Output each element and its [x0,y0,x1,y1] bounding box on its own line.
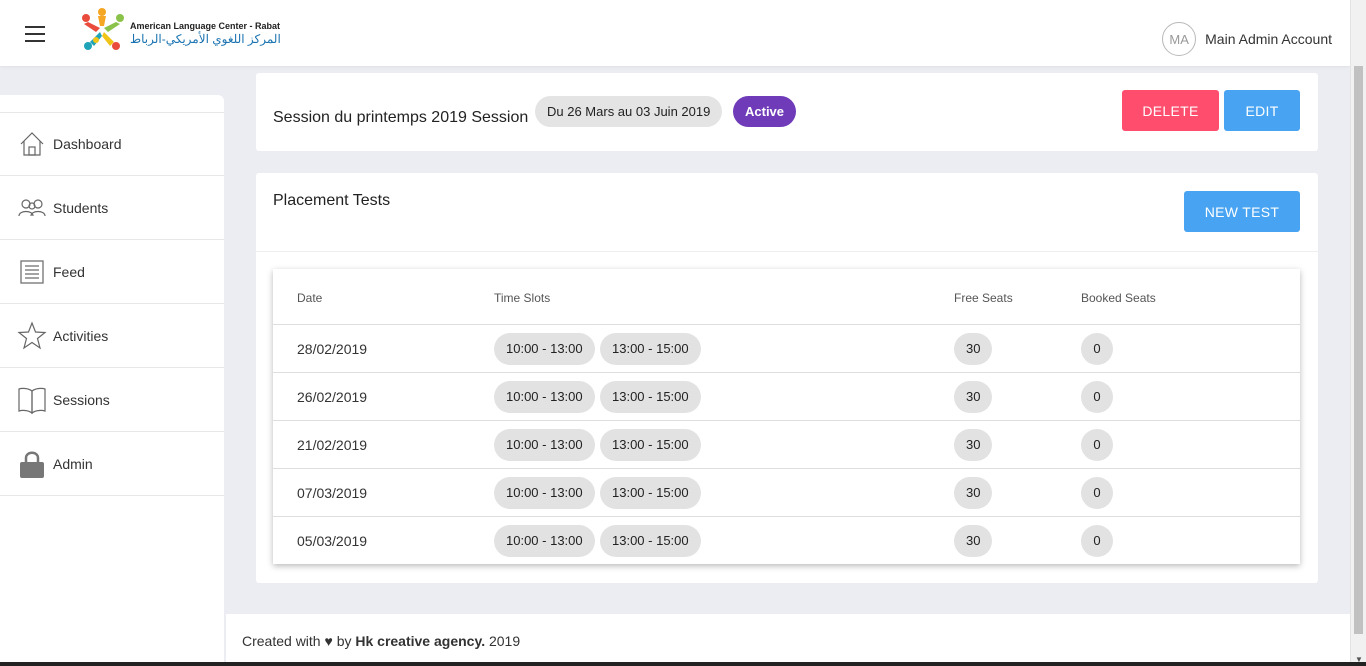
session-date-badge: Du 26 Mars au 03 Juin 2019 [535,96,723,127]
table-row[interactable]: 28/02/2019 10:00 - 13:00 13:00 - 15:00 3… [273,325,1300,373]
booked-seats-badge: 0 [1081,381,1113,413]
home-icon [17,129,47,159]
edit-button[interactable]: EDIT [1224,90,1300,131]
logo-star-icon [82,8,124,50]
time-slot-badge: 13:00 - 15:00 [600,477,701,509]
column-header-booked-seats[interactable]: Booked Seats [1081,291,1156,305]
time-slot-badge: 10:00 - 13:00 [494,333,595,365]
time-slot-badge: 10:00 - 13:00 [494,429,595,461]
time-slot-badge: 13:00 - 15:00 [600,333,701,365]
booked-seats-badge: 0 [1081,477,1113,509]
sidebar-item-admin[interactable]: Admin [0,432,224,496]
sidebar-item-label: Admin [53,455,93,472]
test-date: 28/02/2019 [297,341,368,357]
time-slot-badge: 13:00 - 15:00 [600,525,701,557]
heart-icon: ♥ [324,633,333,649]
footer-year: 2019 [488,633,521,649]
column-header-date[interactable]: Date [297,291,322,305]
status-badge: Active [733,96,797,127]
new-test-button[interactable]: NEW TEST [1184,191,1300,232]
logo[interactable]: American Language Center - Rabat المركز … [74,4,281,56]
sidebar-item-label: Feed [53,263,85,280]
session-card: Session du printemps 2019 Session Du 26 … [256,73,1318,151]
free-seats-badge: 30 [954,381,993,413]
placement-tests-table: Date Time Slots Free Seats Booked Seats … [273,269,1300,564]
sidebar-item-sessions[interactable]: Sessions [0,368,224,432]
time-slot-badge: 10:00 - 13:00 [494,525,595,557]
newspaper-icon [17,257,47,287]
sidebar-item-label: Dashboard [53,136,122,152]
scrollbar-thumb[interactable] [1354,66,1363,634]
logo-text-english: American Language Center - Rabat [130,21,281,31]
agency-link[interactable]: Hk creative agency. [355,633,485,649]
time-slot-badge: 10:00 - 13:00 [494,477,595,509]
window-bottom-edge [0,662,1366,666]
user-name[interactable]: Main Admin Account [1205,31,1332,47]
time-slot-badge: 13:00 - 15:00 [600,429,701,461]
test-date: 21/02/2019 [297,437,368,453]
sidebar-item-feed[interactable]: Feed [0,240,224,304]
avatar[interactable]: MA [1162,22,1197,56]
sidebar-item-label: Students [53,199,109,216]
footer-prefix: Created with [242,633,321,649]
divider [256,251,1318,252]
users-icon [17,193,47,223]
top-header: American Language Center - Rabat المركز … [0,0,1350,66]
sidebar: Dashboard Students Feed Activities Sessi… [0,95,224,666]
column-header-time-slots[interactable]: Time Slots [494,291,550,305]
session-title: Session du printemps 2019 Session [273,109,529,126]
column-header-free-seats[interactable]: Free Seats [954,291,1013,305]
delete-button[interactable]: DELETE [1122,90,1219,131]
time-slot-badge: 13:00 - 15:00 [600,381,701,413]
placement-tests-card: Placement Tests NEW TEST Date Time Slots… [256,173,1318,583]
table-row[interactable]: 05/03/2019 10:00 - 13:00 13:00 - 15:00 3… [273,517,1300,565]
free-seats-badge: 30 [954,429,993,461]
time-slot-badge: 10:00 - 13:00 [494,381,595,413]
user-account-menu[interactable]: MA Main Admin Account [1162,22,1332,56]
free-seats-badge: 30 [954,525,993,557]
page-scrollbar[interactable]: ▼ [1350,0,1366,666]
hamburger-menu-icon[interactable] [25,26,45,42]
lock-icon [17,449,47,479]
booked-seats-badge: 0 [1081,333,1113,365]
table-row[interactable]: 21/02/2019 10:00 - 13:00 13:00 - 15:00 3… [273,421,1300,469]
booked-seats-badge: 0 [1081,429,1113,461]
sidebar-item-label: Activities [53,327,109,344]
test-date: 26/02/2019 [297,389,368,405]
booked-seats-badge: 0 [1081,525,1113,557]
test-date: 05/03/2019 [297,533,368,549]
sidebar-item-dashboard[interactable]: Dashboard [0,112,224,176]
footer: Created with ♥ by Hk creative agency. 20… [226,614,1350,662]
free-seats-badge: 30 [954,477,993,509]
logo-text-arabic: المركز اللغوي الأمريكي-الرباط [130,32,281,46]
table-row[interactable]: 26/02/2019 10:00 - 13:00 13:00 - 15:00 3… [273,373,1300,421]
placement-tests-title: Placement Tests [273,192,391,209]
test-date: 07/03/2019 [297,485,368,501]
table-row[interactable]: 07/03/2019 10:00 - 13:00 13:00 - 15:00 3… [273,469,1300,517]
footer-by: by [336,633,352,649]
sidebar-item-label: Sessions [53,391,110,408]
sidebar-item-activities[interactable]: Activities [0,304,224,368]
star-icon [17,320,47,351]
free-seats-badge: 30 [954,333,993,365]
sidebar-item-students[interactable]: Students [0,176,224,240]
book-icon [17,385,47,415]
table-header: Date Time Slots Free Seats Booked Seats [273,269,1300,325]
